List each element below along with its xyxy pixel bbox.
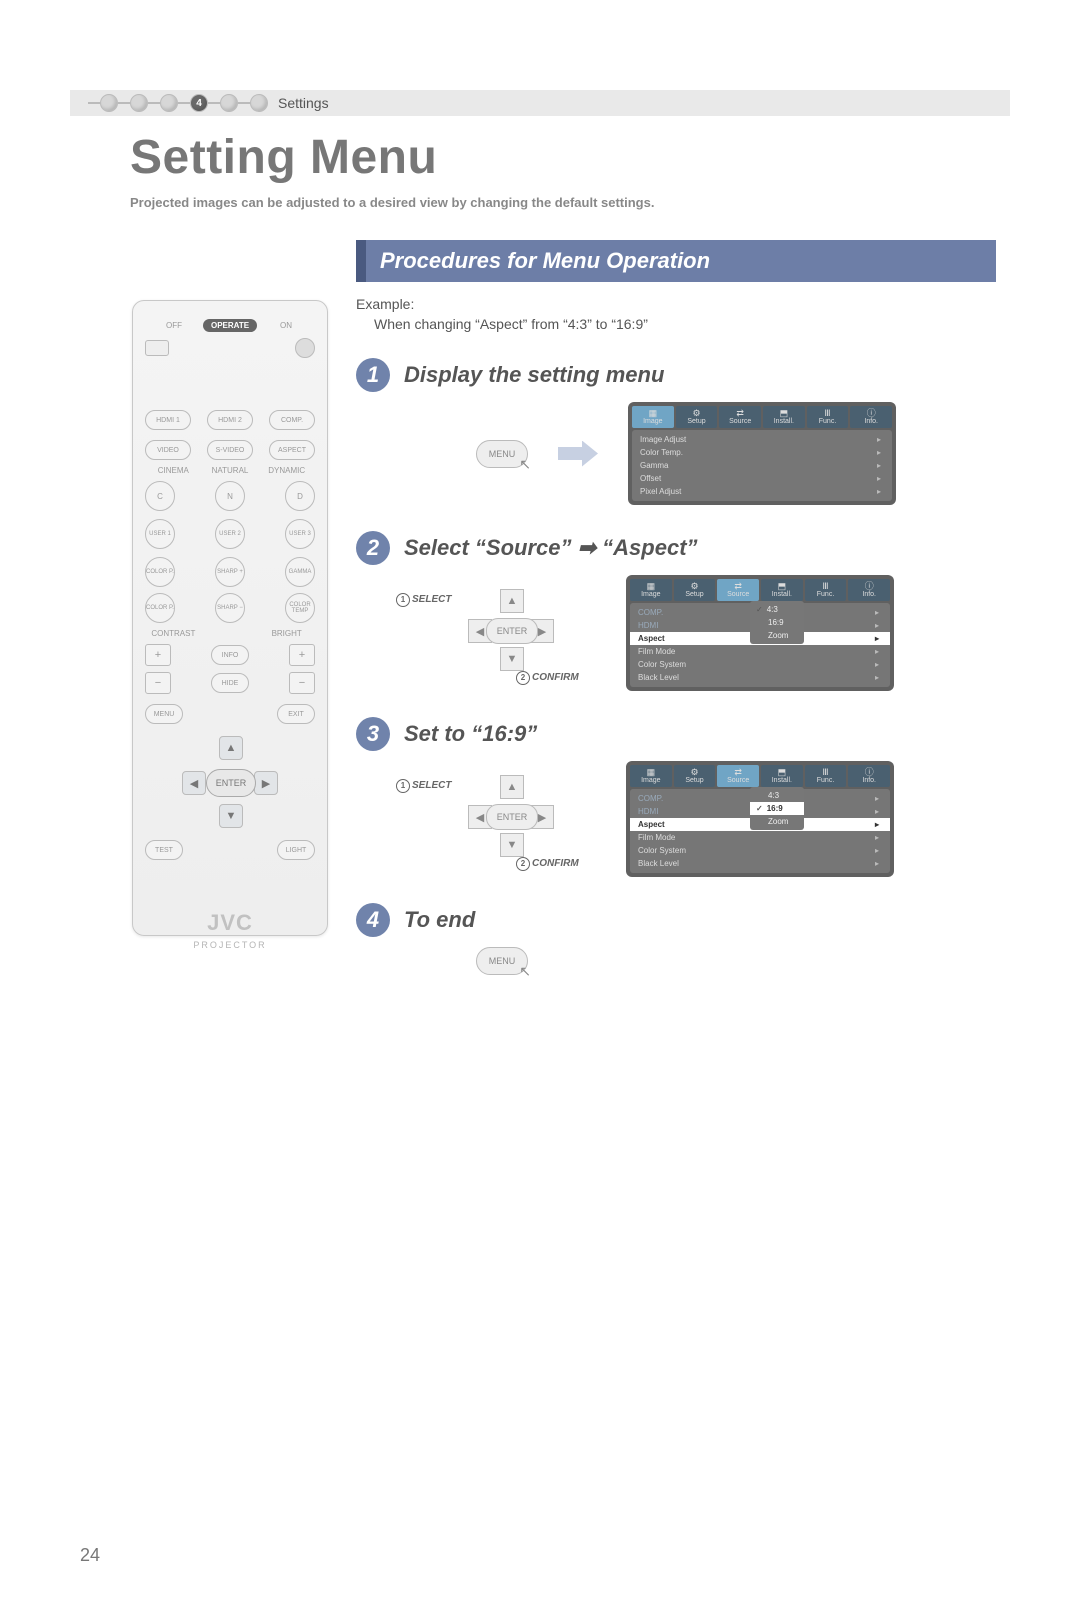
press-menu-icon-end: MENU↖ (476, 947, 528, 975)
remote-contrast-minus-button[interactable]: − (145, 672, 171, 694)
step-4-number: 4 (356, 903, 390, 937)
step-3-number: 3 (356, 717, 390, 751)
remote-contrast-plus-button[interactable]: + (145, 644, 171, 666)
example-text: When changing “Aspect” from “4:3” to “16… (374, 316, 996, 332)
remote-brand: JVC (145, 910, 315, 936)
step-1-number: 1 (356, 358, 390, 392)
remote-menu-button[interactable]: MENU (145, 704, 183, 724)
remote-colorp-button[interactable]: COLOR P. (145, 557, 175, 587)
dpad-down-button[interactable]: ▼ (500, 647, 524, 671)
page-subtitle: Projected images can be adjusted to a de… (130, 195, 1080, 210)
breadcrumb-label: Settings (278, 95, 329, 111)
section-header: Procedures for Menu Operation (356, 240, 996, 282)
cursor-icon-2: ↖ (519, 963, 531, 980)
remote-user2-button[interactable]: USER 2 (215, 519, 245, 549)
breadcrumb-band: 4 Settings (70, 90, 1010, 116)
remote-sharp-minus-button[interactable]: SHARP − (215, 593, 245, 623)
remote-right-button[interactable]: ▶ (254, 771, 278, 795)
remote-exit-button[interactable]: EXIT (277, 704, 315, 724)
remote-hdmi2-button[interactable]: HDMI 2 (207, 410, 253, 430)
breadcrumb-active: 4 (190, 94, 208, 112)
remote-control-figure: OFF OPERATE ON HDMI 1 HDMI 2 COMP. VIDEO… (130, 300, 330, 936)
remote-dynamic-button[interactable]: D (285, 481, 315, 511)
remote-colorp2-button[interactable]: COLOR P. (145, 593, 175, 623)
annot-confirm-3: 2CONFIRM (516, 857, 579, 871)
remote-natural-button[interactable]: N (215, 481, 245, 511)
annot-confirm: 2CONFIRM (516, 671, 579, 685)
remote-video-button[interactable]: VIDEO (145, 440, 191, 460)
step-1-title: Display the setting menu (404, 362, 664, 388)
dpad-enter-button-3[interactable]: ENTER (486, 804, 538, 830)
dpad-enter-button[interactable]: ENTER (486, 618, 538, 644)
remote-aspect-button[interactable]: ASPECT (269, 440, 315, 460)
remote-hdmi1-button[interactable]: HDMI 1 (145, 410, 191, 430)
remote-info-button[interactable]: INFO (211, 645, 249, 665)
remote-colortemp-button[interactable]: COLOR TEMP (285, 593, 315, 623)
remote-gamma-button[interactable]: GAMMA (285, 557, 315, 587)
annot-select: 1SELECT (396, 593, 451, 607)
press-menu-icon: MENU↖ (476, 440, 528, 468)
remote-ir-window (145, 340, 169, 356)
remote-enter-button[interactable]: ENTER (206, 769, 256, 797)
remote-dpad: ▲ ▼ ◀ ▶ ENTER (180, 732, 280, 832)
arrow-icon (558, 441, 598, 467)
remote-down-button[interactable]: ▼ (219, 804, 243, 828)
remote-comp-button[interactable]: COMP. (269, 410, 315, 430)
step-4-title: To end (404, 907, 475, 933)
step-3-title: Set to “16:9” (404, 721, 537, 747)
step-2-title: Select “Source” ➡ “Aspect” (404, 535, 698, 561)
dpad-up-button-3[interactable]: ▲ (500, 775, 524, 799)
remote-user3-button[interactable]: USER 3 (285, 519, 315, 549)
remote-on-label: ON (257, 321, 315, 330)
osd-aspect-flyout-1: ✓4:3 16:9 Zoom (750, 601, 804, 644)
remote-left-button[interactable]: ◀ (182, 771, 206, 795)
step-2-number: 2 (356, 531, 390, 565)
remote-sharp-plus-button[interactable]: SHARP + (215, 557, 245, 587)
remote-svideo-button[interactable]: S-VIDEO (207, 440, 253, 460)
remote-user1-button[interactable]: USER 1 (145, 519, 175, 549)
breadcrumb: 4 Settings (88, 94, 329, 112)
osd-screenshot-1: ▦Image ⚙Setup ⇄Source ⬒Install. ⅢFunc. ⓘ… (628, 402, 896, 505)
remote-up-button[interactable]: ▲ (219, 736, 243, 760)
remote-test-button[interactable]: TEST (145, 840, 183, 860)
page-number: 24 (80, 1545, 100, 1566)
remote-brand-sub: PROJECTOR (145, 940, 315, 950)
osd-aspect-flyout-2: 4:3 ✓16:9 Zoom (750, 787, 804, 830)
remote-cinema-button[interactable]: C (145, 481, 175, 511)
example-label: Example: (356, 296, 996, 312)
dpad-up-button[interactable]: ▲ (500, 589, 524, 613)
remote-bright-minus-button[interactable]: − (289, 672, 315, 694)
remote-operate-label: OPERATE (203, 319, 257, 332)
remote-power-led (295, 338, 315, 358)
remote-hide-button[interactable]: HIDE (211, 673, 249, 693)
remote-light-button[interactable]: LIGHT (277, 840, 315, 860)
remote-bright-plus-button[interactable]: + (289, 644, 315, 666)
page-title: Setting Menu (130, 130, 1080, 185)
annot-select-3: 1SELECT (396, 779, 451, 793)
remote-off-label: OFF (145, 321, 203, 330)
dpad-down-button-3[interactable]: ▼ (500, 833, 524, 857)
cursor-icon: ↖ (519, 456, 531, 473)
